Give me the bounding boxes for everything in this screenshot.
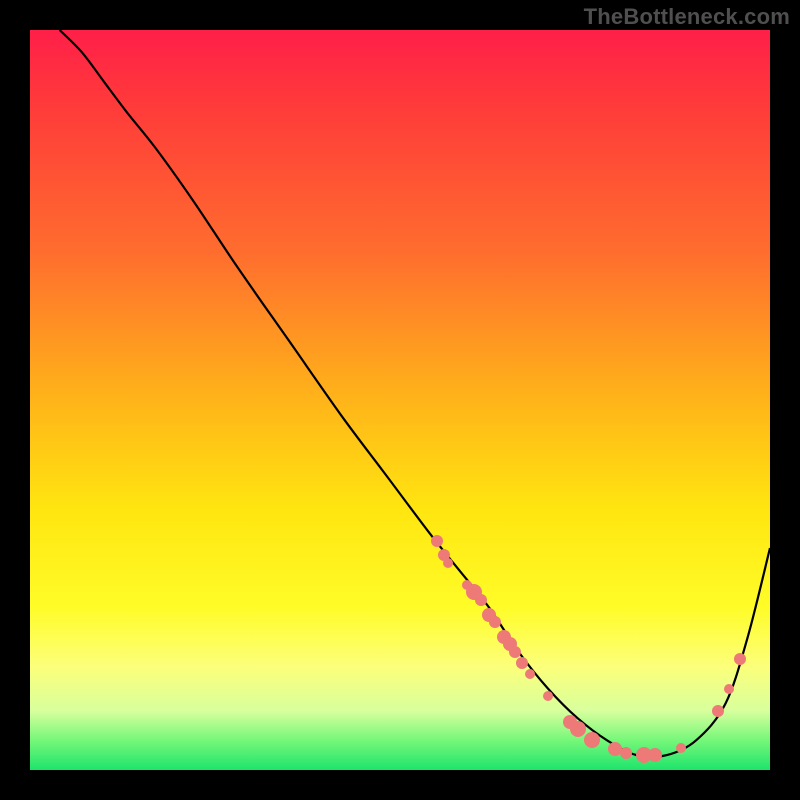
plot-area <box>30 30 770 770</box>
data-point <box>570 721 586 737</box>
chart-frame: TheBottleneck.com <box>0 0 800 800</box>
data-point <box>516 657 528 669</box>
data-point <box>620 747 632 759</box>
data-point <box>525 669 535 679</box>
data-point <box>712 705 724 717</box>
scatter-layer <box>30 30 770 770</box>
data-point <box>431 535 443 547</box>
data-point <box>724 684 734 694</box>
data-point <box>489 616 501 628</box>
data-point <box>543 691 553 701</box>
data-point <box>475 594 487 606</box>
data-point <box>734 653 746 665</box>
watermark-text: TheBottleneck.com <box>584 4 790 30</box>
data-point <box>676 743 686 753</box>
data-point <box>443 558 453 568</box>
data-point <box>584 732 600 748</box>
data-point <box>509 646 521 658</box>
data-point <box>648 748 662 762</box>
